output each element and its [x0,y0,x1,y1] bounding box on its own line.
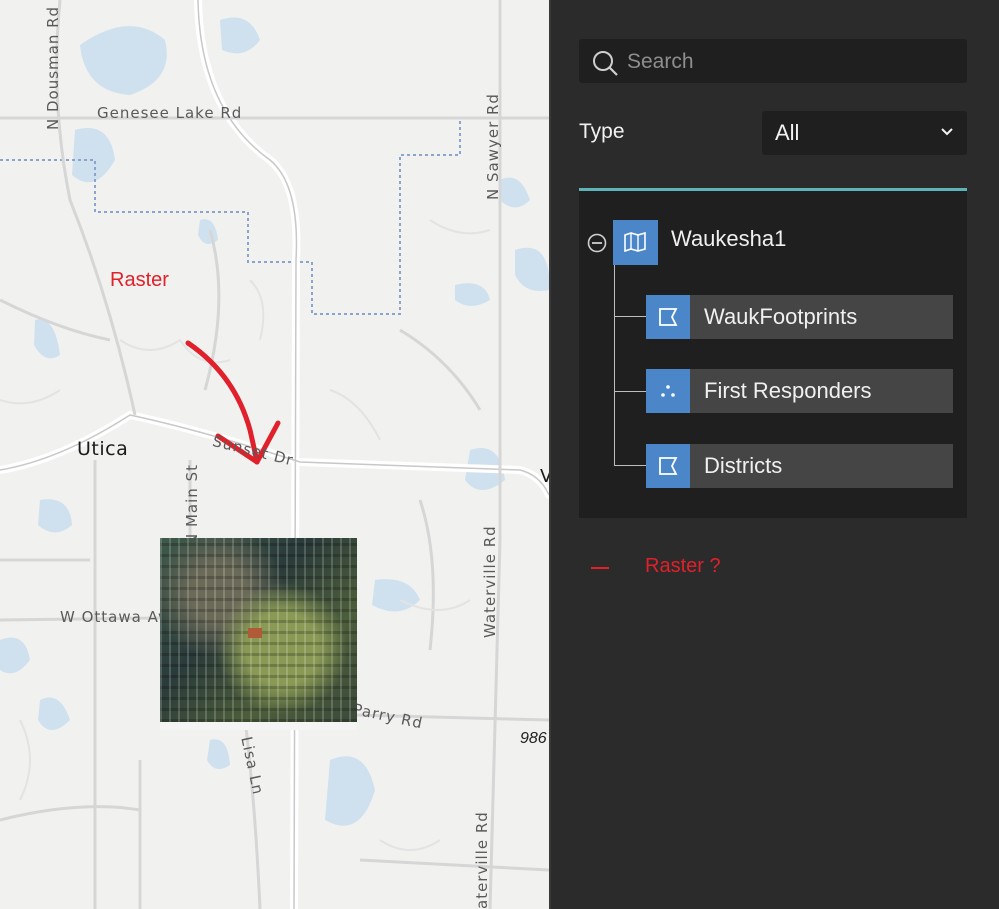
chevron-down-icon [941,128,953,136]
polygon-icon [646,295,690,339]
collapse-icon[interactable] [587,233,607,253]
polygon-icon [646,444,690,488]
road-label-main: N Main St [183,464,201,545]
road-label-waterville-1: Waterville Rd [481,525,499,638]
search-box[interactable] [579,39,967,83]
edge-label: V [540,466,549,487]
town-label-utica: Utica [77,438,129,460]
root-layer-label[interactable]: Waukesha1 [671,226,786,252]
missing-raster-label: Raster ? [645,555,721,577]
points-icon [646,369,690,413]
tree-branch [614,391,646,392]
map-icon [613,220,658,265]
layers-panel: Type All Waukesha1 WaukFootpri [549,0,999,909]
type-filter-label: Type [579,120,625,143]
road-label-dousman: N Dousman Rd [44,5,62,130]
raster-imagery-overlay[interactable] [160,538,357,730]
layer-item-first-responders[interactable]: First Responders [646,369,953,413]
type-filter-value: All [775,120,800,145]
annotation-dash [591,567,609,569]
search-input[interactable] [625,45,959,79]
tree-branch [614,316,646,317]
layer-label: Districts [704,453,783,478]
layer-label: WaukFootprints [704,304,858,329]
layer-tree: Waukesha1 WaukFootprints First Responder… [579,191,967,518]
type-filter-select[interactable]: All [762,111,967,155]
tree-branch [614,465,646,466]
layer-label: First Responders [704,378,872,403]
layer-item-districts[interactable]: Districts [646,444,953,488]
partial-label: 986 [520,730,547,747]
search-icon [593,51,618,76]
map-view[interactable]: Genesee Lake Rd N Dousman Rd N Sawyer Rd… [0,0,549,909]
tree-connector [614,265,615,465]
raster-annotation: Raster [110,269,169,291]
road-label-sawyer: N Sawyer Rd [484,93,502,200]
road-label-genesee: Genesee Lake Rd [97,104,243,122]
layer-item-waukfootprints[interactable]: WaukFootprints [646,295,953,339]
road-label-waterville-2: aterville Rd [473,811,491,909]
raster-feature [248,628,262,638]
